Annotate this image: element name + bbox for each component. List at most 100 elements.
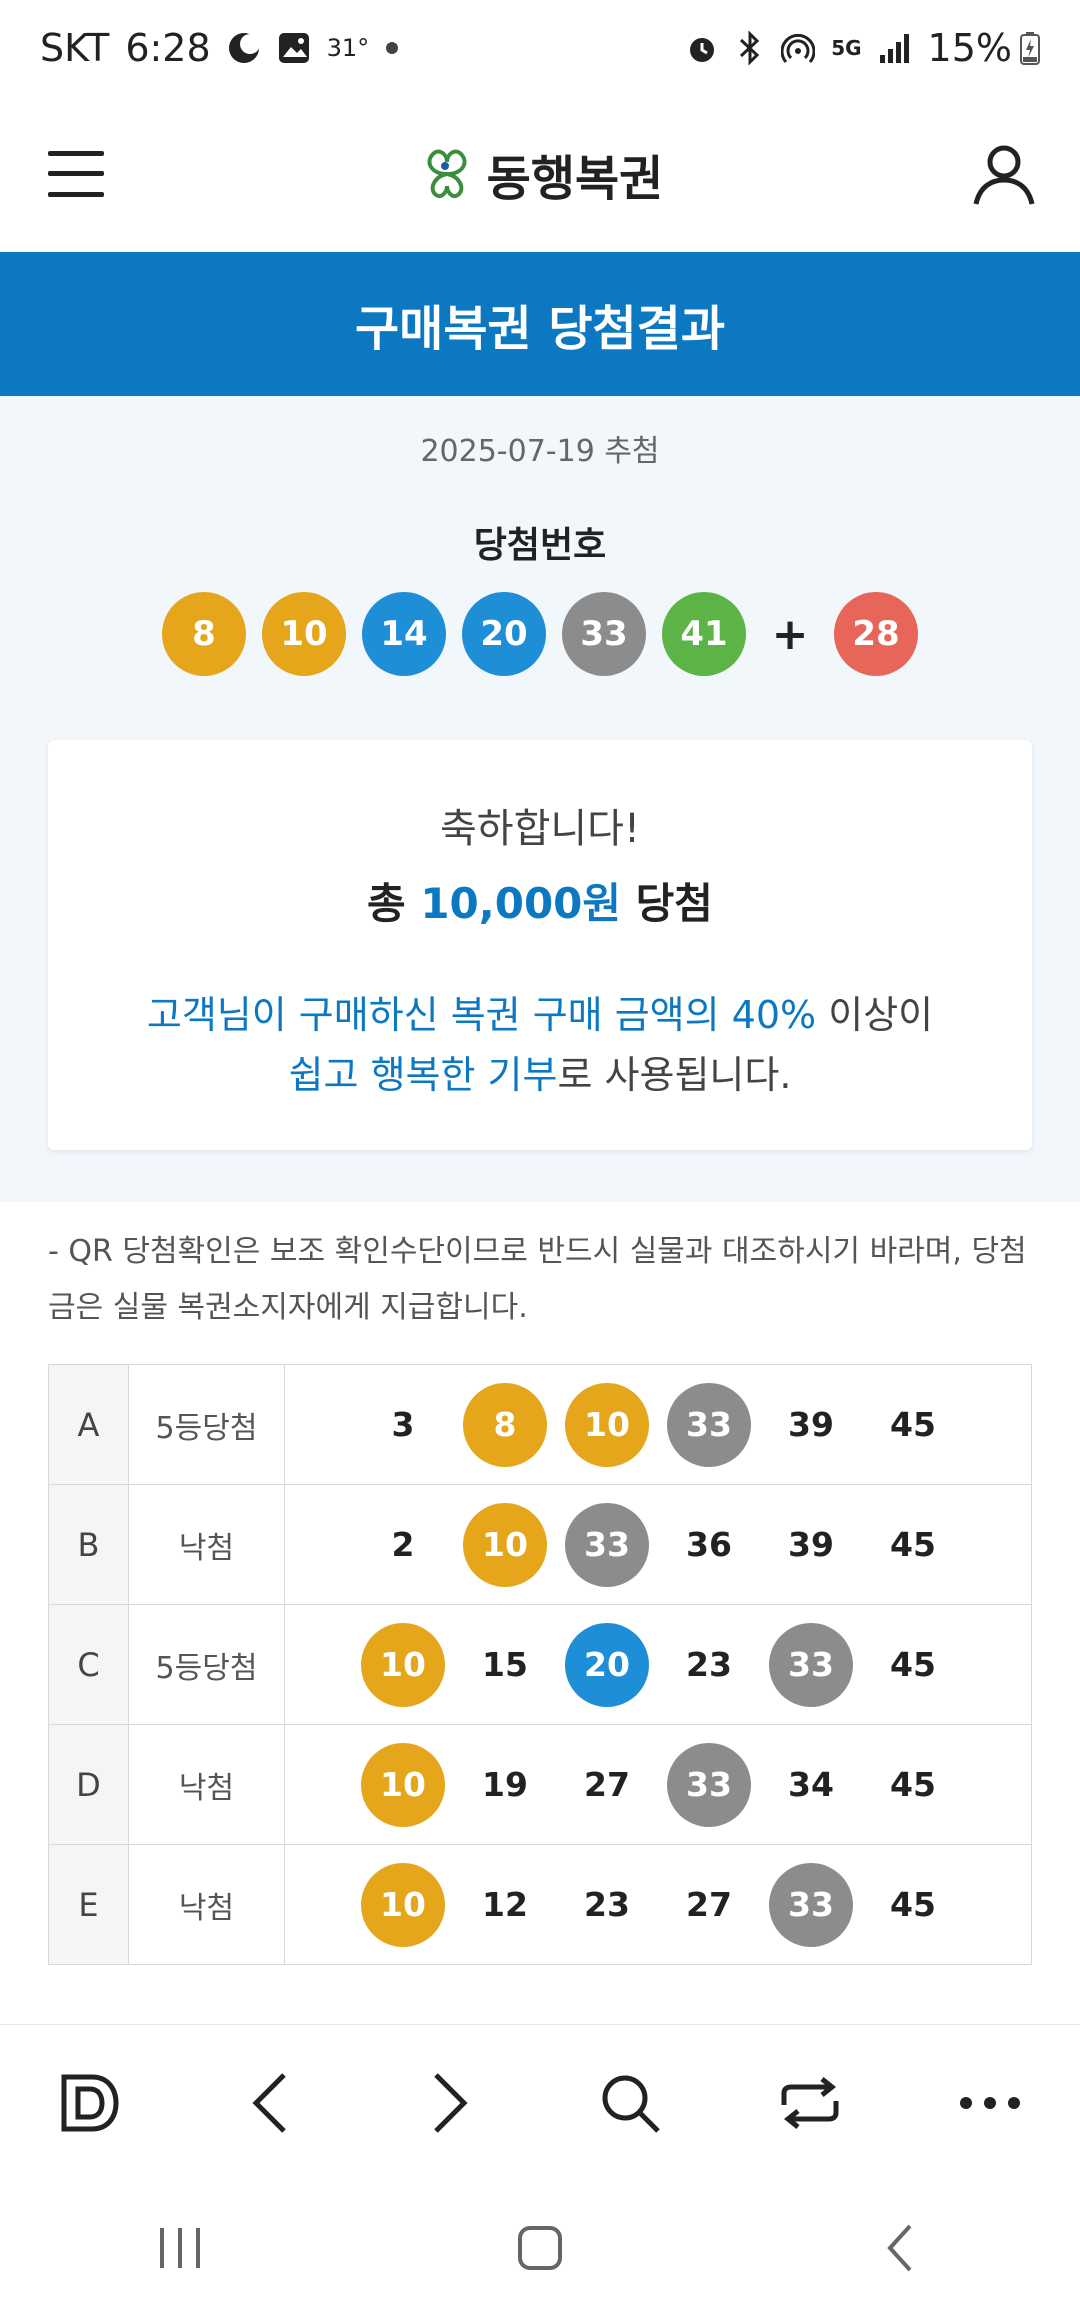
ticket-number: 45 [890, 1645, 936, 1684]
nav-back-button[interactable] [855, 2203, 945, 2293]
ticket-result: 낙첨 [128, 1724, 285, 1845]
clover-logo-icon [427, 149, 467, 199]
tabs-button[interactable] [765, 2058, 855, 2148]
status-right: 5G 15% [685, 26, 1040, 70]
hotspot-icon [781, 31, 816, 65]
tabs-switch-icon [781, 2076, 839, 2129]
ticket-number-matched: 33 [565, 1502, 649, 1587]
donation-line2-rest: 로 사용됩니다. [557, 1053, 792, 1097]
home-d-icon [61, 2074, 119, 2131]
winning-numbers-label: 당첨번호 [473, 525, 607, 566]
donation-line1-highlight: 고객님이 구매하신 복권 구매 금액의 40% [146, 993, 817, 1037]
signal-icon [878, 31, 912, 65]
donation-message: 고객님이 구매하신 복권 구매 금액의 40% 이상이 쉽고 행복한 기부로 사… [48, 985, 1032, 1105]
battery-charging-icon [1020, 31, 1040, 65]
bluetooth-icon [735, 31, 765, 65]
ticket-row: C 5등당첨 10 15 20 23 33 45 [48, 1604, 1032, 1725]
ticket-game-label: B [48, 1484, 129, 1605]
ticket-row: E 낙첨 10 12 23 27 33 45 [48, 1844, 1032, 1965]
ticket-numbers: 10 19 27 33 34 45 [284, 1724, 1032, 1845]
back-arrow-icon [252, 2072, 286, 2133]
winning-ball: 14 [362, 592, 446, 676]
ticket-number: 12 [482, 1885, 528, 1924]
ticket-number: 45 [890, 1765, 936, 1804]
ticket-number: 45 [890, 1525, 936, 1564]
gallery-icon [277, 31, 311, 65]
account-button[interactable] [968, 138, 1040, 210]
ticket-number: 36 [686, 1525, 732, 1564]
site-logo[interactable]: 동행복권 [417, 139, 664, 209]
ticket-numbers: 3 8 10 33 39 45 [284, 1364, 1032, 1485]
home-button[interactable] [495, 2203, 585, 2293]
dot-icon [385, 41, 399, 55]
ticket-number: 15 [482, 1645, 528, 1684]
back-icon [887, 2224, 912, 2272]
ticket-number: 27 [686, 1885, 732, 1924]
more-button[interactable] [945, 2058, 1035, 2148]
ticket-result: 5등당첨 [128, 1364, 285, 1485]
recent-apps-button[interactable] [135, 2203, 225, 2293]
total-suffix: 당첨 [635, 879, 713, 928]
total-prize: 총 10,000원 당첨 [48, 870, 1032, 931]
forward-button[interactable] [405, 2058, 495, 2148]
ticket-number: 45 [890, 1405, 936, 1444]
ticket-number-matched: 33 [769, 1862, 853, 1947]
ticket-row: A 5등당첨 3 8 10 33 39 45 [48, 1364, 1032, 1485]
alarm-icon [685, 31, 719, 65]
more-icon [960, 2096, 1020, 2109]
winning-numbers: 8 10 14 20 33 41 +28 [0, 592, 1080, 676]
donation-line1-rest: 이상이 [828, 993, 934, 1037]
ticket-number: 3 [391, 1405, 415, 1444]
ticket-number-matched: 10 [361, 1742, 445, 1827]
moon-icon [227, 31, 261, 65]
carrier-label: SKT [40, 26, 110, 70]
draw-date: 2025-07-19 추첨 [420, 434, 660, 469]
network-type-icon: 5G [831, 36, 862, 60]
status-bar: SKT 6:28 31° 5G 15% [0, 0, 1080, 96]
ticket-number-matched: 33 [769, 1622, 853, 1707]
home-icon [518, 2226, 562, 2270]
hamburger-menu-icon [48, 151, 104, 197]
ticket-number-matched: 10 [463, 1502, 547, 1587]
winning-ball: 33 [562, 592, 646, 676]
battery-indicator: 15% [928, 26, 1040, 70]
ticket-number-matched: 10 [361, 1862, 445, 1947]
ticket-numbers: 2 10 33 36 39 45 [284, 1484, 1032, 1605]
winning-ball: 41 [662, 592, 746, 676]
qr-notice: - QR 당첨확인은 보조 확인수단이므로 반드시 실물과 대조하시기 바라며,… [48, 1234, 1027, 1325]
search-icon [602, 2075, 660, 2133]
ticket-numbers: 10 15 20 23 33 45 [284, 1604, 1032, 1725]
ticket-result: 낙첨 [128, 1844, 285, 1965]
bonus-ball: 28 [834, 592, 918, 676]
menu-button[interactable] [40, 138, 112, 210]
ticket-number-matched: 20 [565, 1622, 649, 1707]
battery-percent: 15% [927, 26, 1012, 70]
ticket-number-matched: 10 [565, 1382, 649, 1467]
total-prefix: 총 [367, 879, 406, 928]
page-title: 구매복권 당첨결과 [0, 252, 1080, 396]
status-left: SKT 6:28 31° [40, 26, 399, 70]
ticket-game-label: A [48, 1364, 129, 1485]
congrats-text: 축하합니다! [439, 806, 641, 852]
recent-apps-icon [160, 2228, 200, 2268]
result-card: 축하합니다! 총 10,000원 당첨 고객님이 구매하신 복권 구매 금액의 … [48, 740, 1032, 1150]
donation-line2-highlight: 쉽고 행복한 기부 [288, 1053, 558, 1097]
ticket-game-label: D [48, 1724, 129, 1845]
bonus-plus-sign: + [771, 608, 809, 660]
ticket-result: 낙첨 [128, 1484, 285, 1605]
home-d-button[interactable] [45, 2058, 135, 2148]
forward-arrow-icon [434, 2072, 468, 2133]
back-button[interactable] [225, 2058, 315, 2148]
temperature-label: 31° [326, 34, 370, 62]
ticket-number-matched: 33 [667, 1382, 751, 1467]
ticket-number: 23 [584, 1885, 630, 1924]
ticket-number-matched: 33 [667, 1742, 751, 1827]
search-button[interactable] [585, 2058, 675, 2148]
ticket-number: 19 [482, 1765, 528, 1804]
ticket-game-label: C [48, 1604, 129, 1725]
logo-text: 동행복권 [486, 151, 664, 207]
draw-result-section: 2025-07-19 추첨 당첨번호 8 10 14 20 33 41 +28 축하합니다!… [0, 396, 1080, 1202]
ticket-number-matched: 10 [361, 1622, 445, 1707]
site-header: 동행복권 [0, 96, 1080, 252]
ticket-number: 39 [788, 1405, 834, 1444]
